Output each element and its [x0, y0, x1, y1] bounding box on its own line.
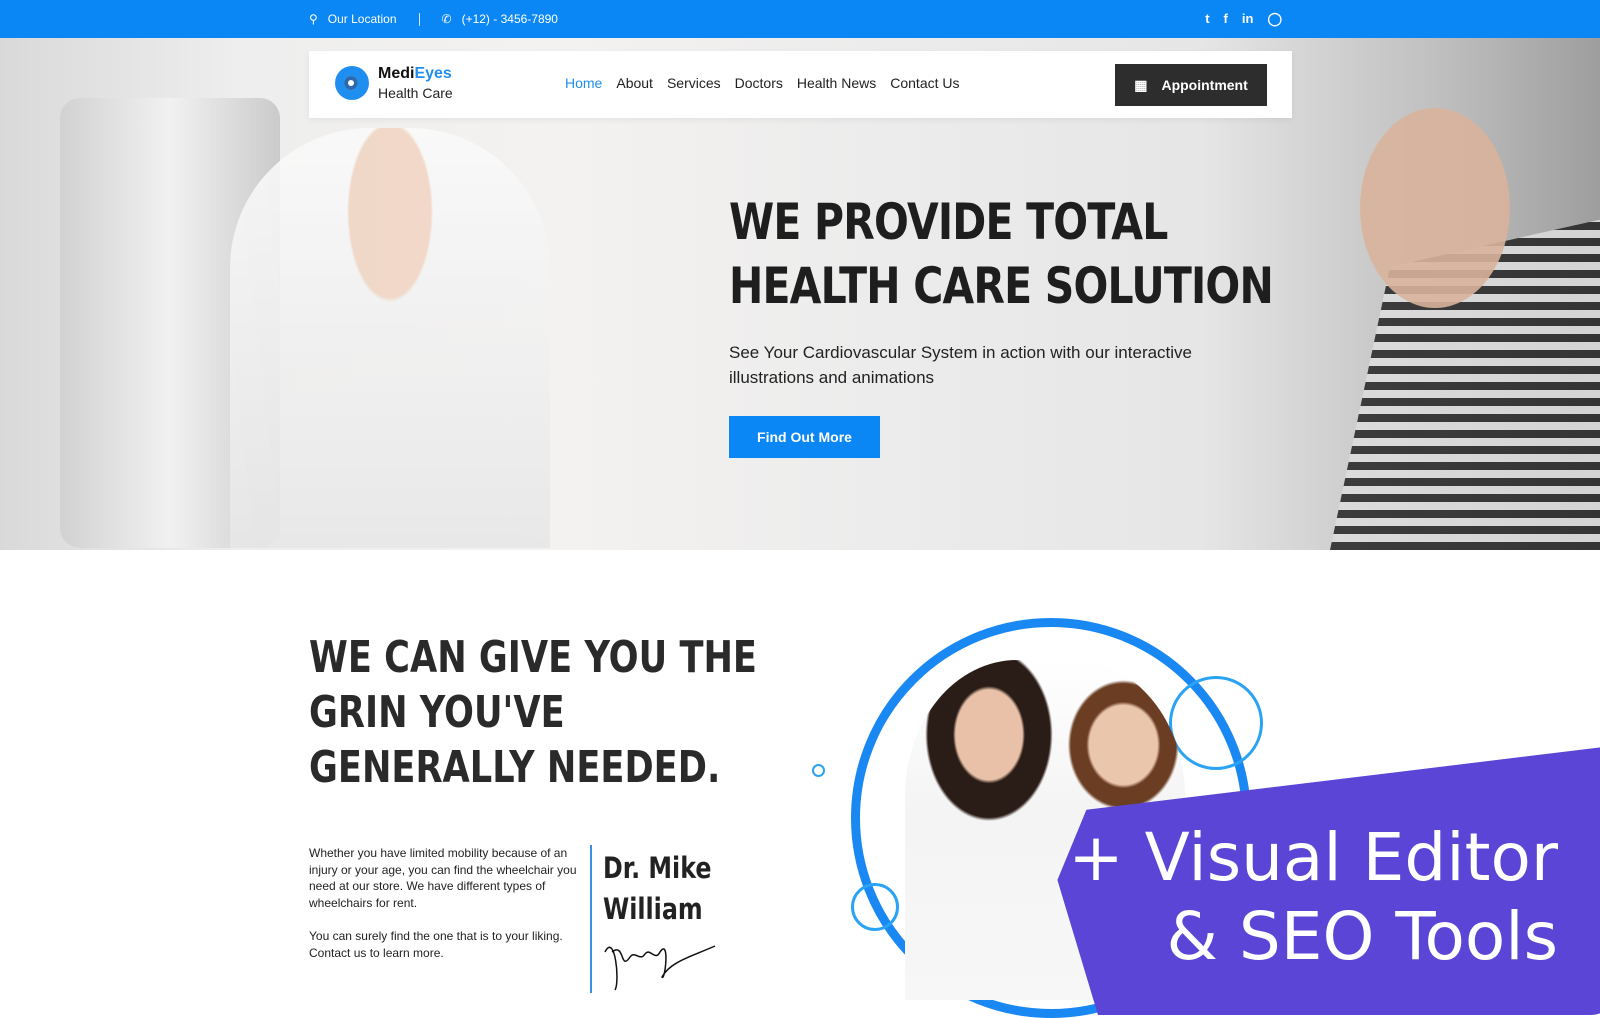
- decorative-circle: [1169, 676, 1263, 770]
- find-out-more-button[interactable]: Find Out More: [729, 416, 880, 458]
- nav-home[interactable]: Home: [565, 75, 602, 91]
- instagram-icon[interactable]: ◯: [1267, 11, 1282, 27]
- hero-image-patient-head: [1360, 108, 1510, 308]
- nav-about[interactable]: About: [616, 75, 653, 91]
- divider: [418, 12, 420, 26]
- linkedin-icon[interactable]: in: [1242, 11, 1254, 27]
- doctor-name: Dr. Mike William: [603, 851, 712, 926]
- brand-tagline: Health Care: [378, 85, 453, 101]
- nav-menu: Home About Services Doctors Health News …: [565, 75, 960, 91]
- appointment-label: Appointment: [1161, 77, 1248, 93]
- hero-title: WE PROVIDE TOTAL HEALTH CARE SOLUTION: [729, 193, 1274, 315]
- divider-line: [590, 845, 592, 993]
- appointment-button[interactable]: ▦ Appointment: [1115, 64, 1267, 106]
- nav-doctors[interactable]: Doctors: [735, 75, 783, 91]
- about-title: WE CAN GIVE YOU THE GRIN YOU'VE GENERALL…: [309, 632, 757, 793]
- calendar-icon: ▦: [1134, 76, 1148, 93]
- map-marker-icon: ⚲: [309, 12, 318, 26]
- decorative-dot: [812, 764, 825, 777]
- hero-subtitle: See Your Cardiovascular System in action…: [729, 343, 1193, 387]
- top-bar: ⚲ Our Location ✆ (+12) - 3456-7890 t f i…: [0, 0, 1600, 38]
- brand-name: MediEyes: [378, 65, 452, 82]
- decorative-circle: [851, 883, 899, 931]
- nav-contact-us[interactable]: Contact Us: [890, 75, 959, 91]
- logo[interactable]: MediEyes Health Care: [335, 65, 453, 101]
- phone-icon: ✆: [441, 12, 452, 26]
- about-paragraph-2: You can surely find the one that is to y…: [309, 929, 563, 960]
- phone-number[interactable]: (+12) - 3456-7890: [462, 12, 558, 26]
- main-navbar: MediEyes Health Care Home About Services…: [309, 51, 1292, 118]
- promo-text: + Visual Editor & SEO Tools: [1068, 819, 1558, 975]
- twitter-icon[interactable]: t: [1205, 11, 1209, 27]
- nav-health-news[interactable]: Health News: [797, 75, 876, 91]
- signature-image: [604, 945, 716, 991]
- facebook-icon[interactable]: f: [1224, 11, 1228, 27]
- hero-image-doctor: [230, 128, 550, 548]
- nav-services[interactable]: Services: [667, 75, 721, 91]
- eye-logo-icon: [335, 66, 369, 100]
- about-paragraph-1: Whether you have limited mobility becaus…: [309, 846, 577, 910]
- location-link[interactable]: Our Location: [328, 12, 397, 26]
